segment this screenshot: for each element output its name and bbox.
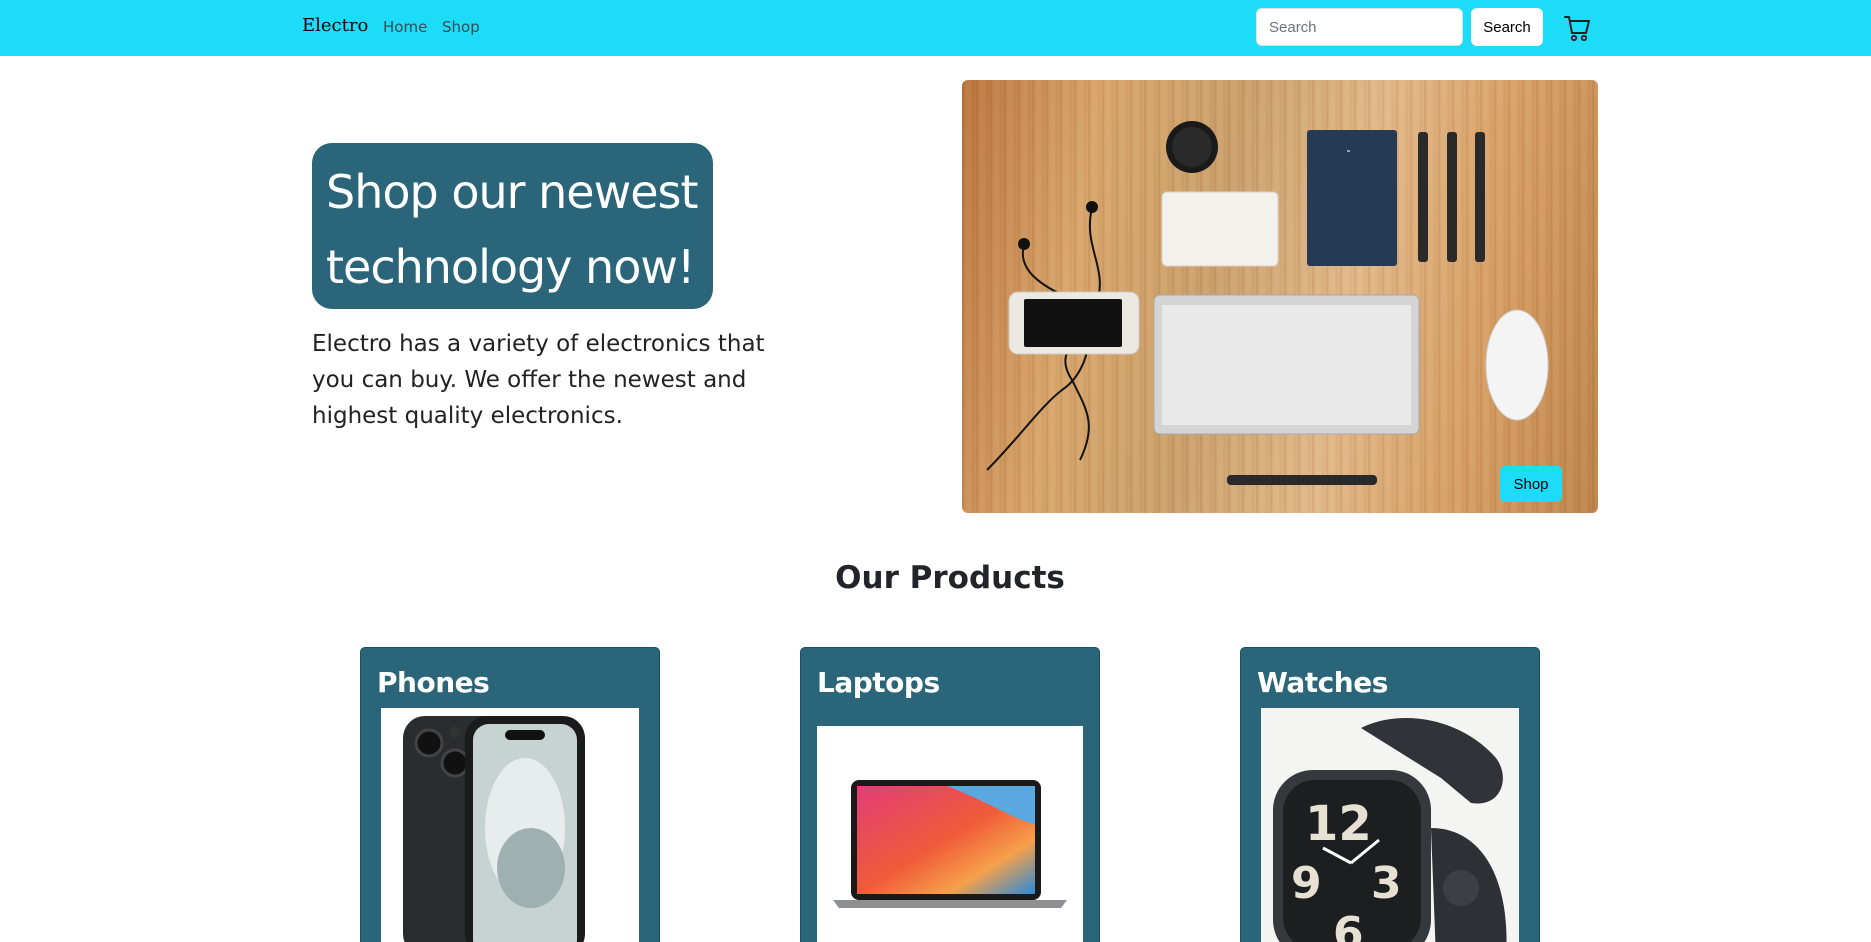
svg-text:3: 3 bbox=[1371, 858, 1402, 909]
hero-image bbox=[962, 80, 1598, 513]
product-card-laptops[interactable]: Laptops bbox=[800, 647, 1100, 942]
search-input[interactable] bbox=[1256, 8, 1463, 46]
desk-items-illustration bbox=[986, 121, 1549, 485]
hero-title: Shop our newest technology now! bbox=[326, 165, 699, 294]
watches-image: 12 9 3 6 bbox=[1261, 708, 1519, 942]
phones-image bbox=[381, 708, 639, 942]
product-card-title: Laptops bbox=[817, 666, 940, 699]
product-card-title: Watches bbox=[1257, 666, 1388, 699]
search-button[interactable]: Search bbox=[1471, 8, 1543, 46]
svg-text:6: 6 bbox=[1333, 908, 1364, 942]
navbar: Electro Home Shop Search bbox=[0, 0, 1871, 56]
svg-text:12: 12 bbox=[1305, 796, 1372, 852]
brand-logo[interactable]: Electro bbox=[302, 15, 368, 36]
products-heading: Our Products bbox=[835, 560, 1065, 596]
hero-description: Electro has a variety of electronics tha… bbox=[312, 331, 765, 429]
hero-shop-button[interactable]: Shop bbox=[1500, 466, 1562, 502]
product-card-phones[interactable]: Phones bbox=[360, 647, 660, 942]
product-card-watches[interactable]: Watches 12 9 3 6 bbox=[1240, 647, 1540, 942]
svg-text:9: 9 bbox=[1291, 858, 1322, 909]
nav-link-home[interactable]: Home bbox=[383, 18, 427, 36]
hero-title-box: Shop our newest technology now! bbox=[312, 143, 713, 309]
nav-link-shop[interactable]: Shop bbox=[442, 18, 480, 36]
cart-icon[interactable] bbox=[1564, 14, 1590, 42]
product-card-title: Phones bbox=[377, 666, 490, 699]
laptops-image bbox=[817, 726, 1083, 942]
